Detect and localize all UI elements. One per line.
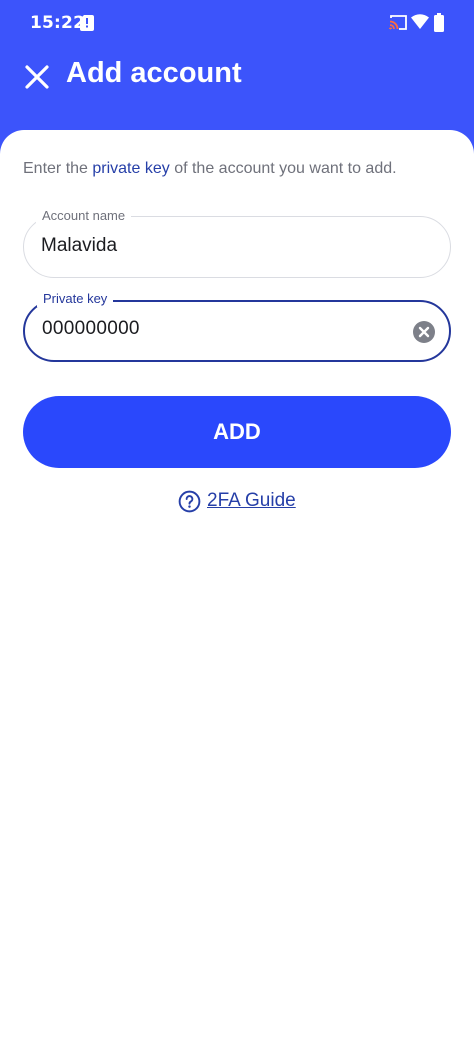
status-time: 15:22 bbox=[30, 13, 86, 33]
sd-card-icon bbox=[80, 15, 94, 31]
private-key-label: Private key bbox=[37, 291, 114, 307]
private-key-input[interactable]: 000000000 bbox=[42, 318, 140, 340]
account-name-input[interactable]: Malavida bbox=[41, 235, 117, 257]
instructions-highlight: private key bbox=[92, 160, 170, 177]
account-name-field[interactable]: Account name Malavida bbox=[23, 208, 451, 278]
2fa-guide-link[interactable]: 2FA Guide bbox=[178, 489, 296, 513]
cast-icon bbox=[389, 15, 407, 30]
battery-icon bbox=[434, 13, 444, 32]
private-key-field[interactable]: Private key 000000000 bbox=[23, 291, 451, 362]
instructions-suffix: of the account you want to add. bbox=[169, 160, 397, 177]
wifi-icon bbox=[411, 14, 429, 29]
help-circle-icon bbox=[178, 490, 201, 512]
close-icon bbox=[25, 65, 49, 89]
instructions-text: Enter the private key of the account you… bbox=[23, 160, 397, 178]
clear-icon[interactable] bbox=[412, 320, 436, 344]
instructions-prefix: Enter the bbox=[23, 160, 93, 177]
status-bar: 15:22 bbox=[0, 0, 474, 48]
close-button[interactable] bbox=[18, 58, 56, 96]
2fa-guide-label[interactable]: 2FA Guide bbox=[207, 490, 296, 512]
add-button[interactable]: ADD bbox=[23, 396, 451, 468]
page-title: Add account bbox=[66, 57, 242, 89]
account-name-label: Account name bbox=[36, 208, 132, 224]
